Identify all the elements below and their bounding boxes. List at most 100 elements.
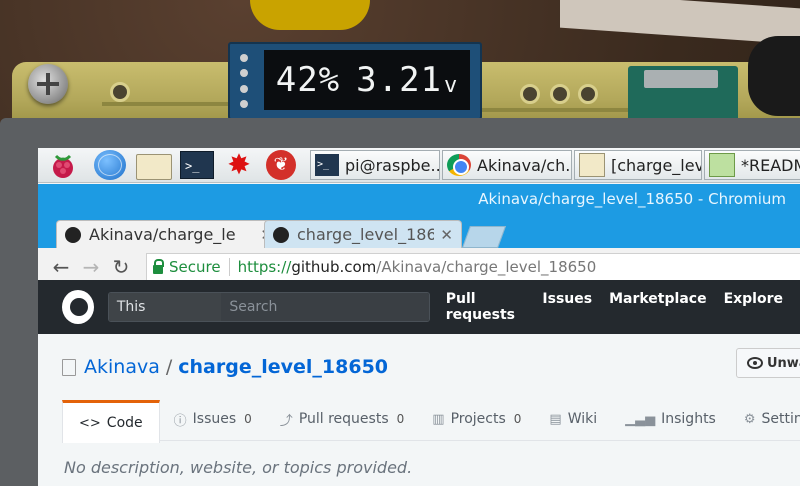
terminal-launcher-icon[interactable]: >_ bbox=[180, 151, 214, 179]
window-title: Akinava/charge_level_18650 - Chromium bbox=[478, 190, 786, 208]
cable bbox=[748, 36, 800, 116]
usb-port-icon bbox=[644, 70, 718, 88]
raspberry-pi-menu-icon[interactable] bbox=[48, 151, 78, 179]
tab-insights[interactable]: ▁▃▅ Insights bbox=[611, 400, 730, 438]
oled-display-module: 42% 3.21 v bbox=[228, 42, 482, 120]
lock-icon bbox=[153, 258, 164, 274]
header-pins bbox=[236, 50, 256, 112]
voltage-unit: v bbox=[444, 73, 459, 98]
tab-label: Insights bbox=[661, 411, 716, 427]
tab-inactive[interactable]: charge_level_1865 ✕ bbox=[264, 220, 462, 248]
tab-label: Pull requests bbox=[298, 411, 389, 427]
counter-badge: 0 bbox=[244, 412, 252, 426]
taskbar-task-terminal[interactable]: >_ pi@raspbe... bbox=[310, 150, 440, 180]
tab-pull-requests[interactable]: ⤴ Pull requests 0 bbox=[266, 400, 418, 438]
desk-background-object bbox=[560, 0, 800, 45]
pcb-hole bbox=[578, 84, 598, 104]
code-icon: <> bbox=[79, 415, 101, 431]
tab-code[interactable]: <> Code bbox=[62, 400, 160, 443]
path-separator: / bbox=[165, 356, 173, 378]
file-manager-launcher-icon[interactable] bbox=[136, 154, 172, 180]
issue-icon: ⓘ bbox=[173, 413, 187, 429]
eye-icon bbox=[747, 357, 763, 369]
search-box: This repository bbox=[107, 292, 430, 322]
github-favicon-icon bbox=[273, 226, 289, 243]
pcb-hole bbox=[550, 84, 570, 104]
reload-icon[interactable]: ↻ bbox=[106, 255, 136, 279]
repo-owner-link[interactable]: Akinava bbox=[84, 356, 160, 378]
tab-strip: Akinava/charge_le ✕ charge_level_1865 ✕ bbox=[38, 214, 800, 248]
pull-request-icon: ⤴ bbox=[279, 413, 293, 429]
nav-explore[interactable]: Explore bbox=[724, 291, 783, 323]
counter-badge: 0 bbox=[513, 412, 522, 426]
forward-arrow-icon[interactable]: → bbox=[76, 255, 106, 279]
tab-active[interactable]: Akinava/charge_le ✕ bbox=[56, 220, 282, 248]
taskbar-task-folder[interactable]: [charge_lev... bbox=[574, 150, 702, 180]
task-label: *README bbox=[741, 155, 800, 175]
taskbar-task-editor[interactable]: *README bbox=[704, 150, 800, 180]
repo-name-link[interactable]: charge_level_18650 bbox=[178, 356, 388, 378]
repo-nav: <> Code ⓘ Issues 0 ⤴ Pull requests 0 ▥ P… bbox=[62, 400, 800, 443]
tab-label: Wiki bbox=[567, 411, 598, 427]
search-input[interactable] bbox=[221, 293, 429, 321]
gear-icon: ⚙ bbox=[743, 411, 756, 427]
tab-issues[interactable]: ⓘ Issues 0 bbox=[160, 400, 266, 438]
tab-label: Settin bbox=[761, 411, 800, 427]
window-titlebar[interactable]: Akinava/charge_level_18650 - Chromium bbox=[38, 184, 800, 214]
secure-label: Secure bbox=[169, 258, 221, 276]
task-label: pi@raspbe... bbox=[345, 155, 440, 175]
tab-projects[interactable]: ▥ Projects 0 bbox=[418, 400, 535, 438]
mathematica-launcher-icon[interactable]: ✸ bbox=[224, 151, 254, 179]
nav-issues[interactable]: Issues bbox=[542, 291, 592, 323]
oled-screen: 42% 3.21 v bbox=[264, 50, 470, 110]
pcb-hole bbox=[110, 82, 130, 102]
search-scope-label[interactable]: This repository bbox=[108, 293, 222, 321]
tab-settings[interactable]: ⚙ Settin bbox=[730, 400, 800, 438]
github-favicon-icon bbox=[65, 226, 81, 243]
tab-label: charge_level_1865 bbox=[297, 225, 435, 244]
project-icon: ▥ bbox=[432, 411, 445, 427]
web-browser-launcher-icon[interactable] bbox=[94, 150, 126, 180]
back-arrow-icon[interactable]: ← bbox=[46, 255, 76, 279]
new-tab-button[interactable] bbox=[461, 226, 507, 248]
voltage-readout: 3.21 bbox=[356, 60, 443, 100]
url-host: github.com bbox=[291, 258, 377, 276]
terminal-icon: >_ bbox=[315, 154, 339, 176]
repo-description: No description, website, or topics provi… bbox=[64, 458, 413, 477]
wolfram-launcher-icon[interactable]: ❦ bbox=[266, 150, 296, 180]
github-logo-icon[interactable] bbox=[62, 290, 94, 324]
counter-badge: 0 bbox=[396, 412, 405, 426]
repo-icon bbox=[62, 358, 76, 376]
chromium-icon bbox=[447, 154, 471, 176]
nav-pull-requests[interactable]: Pull requests bbox=[446, 291, 526, 323]
task-label: [charge_lev... bbox=[611, 155, 702, 175]
taskbar-task-chromium[interactable]: Akinava/ch... bbox=[442, 150, 572, 180]
url-scheme: https:// bbox=[237, 258, 292, 276]
tab-label: Projects bbox=[450, 411, 506, 427]
book-icon: ▤ bbox=[549, 411, 562, 427]
repo-title: Akinava / charge_level_18650 bbox=[62, 356, 388, 378]
usb-charger-module bbox=[628, 66, 738, 122]
text-editor-icon bbox=[709, 153, 735, 177]
graph-icon: ▁▃▅ bbox=[625, 411, 656, 427]
unwatch-button[interactable]: Unwat bbox=[736, 348, 800, 378]
tab-wiki[interactable]: ▤ Wiki bbox=[535, 400, 611, 438]
address-bar[interactable]: Secure https:// github.com /Akinava/char… bbox=[146, 253, 800, 281]
close-icon[interactable]: ✕ bbox=[440, 226, 453, 244]
nav-marketplace[interactable]: Marketplace bbox=[609, 291, 706, 323]
tab-label: Code bbox=[106, 415, 143, 431]
task-label: Akinava/ch... bbox=[477, 155, 572, 175]
folder-icon bbox=[579, 153, 605, 177]
pcb-hole bbox=[520, 84, 540, 104]
github-nav: Pull requests Issues Marketplace Explore bbox=[446, 291, 800, 323]
battery-percent-readout: 42% bbox=[275, 60, 341, 100]
tab-label: Akinava/charge_le bbox=[89, 225, 236, 244]
watch-label: Unwat bbox=[767, 355, 800, 371]
desktop-taskbar: >_ ✸ ❦ >_ pi@raspbe... Akinava/ch... [ch… bbox=[38, 148, 800, 183]
monitor-screen: >_ ✸ ❦ >_ pi@raspbe... Akinava/ch... [ch… bbox=[38, 148, 800, 486]
url-path: /Akinava/charge_level_18650 bbox=[376, 258, 597, 276]
tab-label: Issues bbox=[192, 411, 237, 427]
divider bbox=[228, 258, 230, 276]
github-header: This repository Pull requests Issues Mar… bbox=[38, 280, 800, 334]
screw-icon bbox=[28, 64, 68, 104]
